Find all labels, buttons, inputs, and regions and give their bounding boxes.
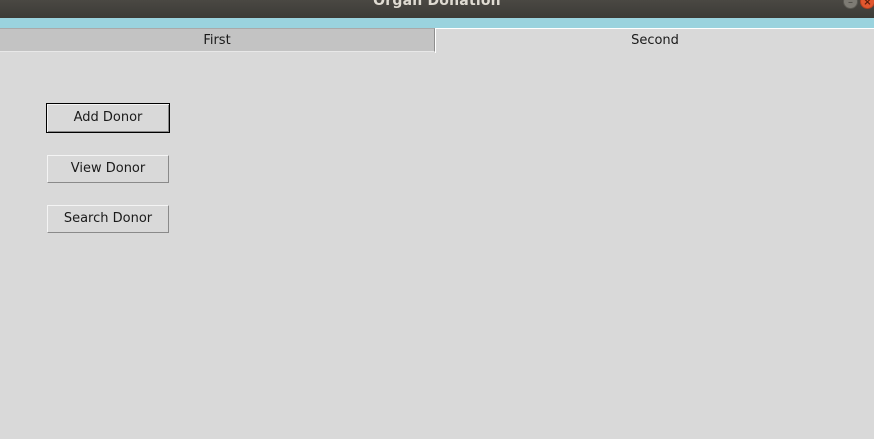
accent-strip: [0, 18, 874, 28]
tab-second[interactable]: Second: [435, 28, 874, 53]
tab-content-panel: Add Donor View Donor Search Donor: [0, 53, 874, 439]
window-title: Organ Donation: [373, 0, 501, 9]
add-donor-button[interactable]: Add Donor: [46, 103, 170, 133]
window-title-bar[interactable]: Organ Donation – ×: [0, 0, 874, 18]
tab-first[interactable]: First: [0, 28, 435, 52]
view-donor-button[interactable]: View Donor: [47, 155, 169, 183]
notebook-tab-bar: First Second: [0, 28, 874, 53]
search-donor-button[interactable]: Search Donor: [47, 205, 169, 233]
